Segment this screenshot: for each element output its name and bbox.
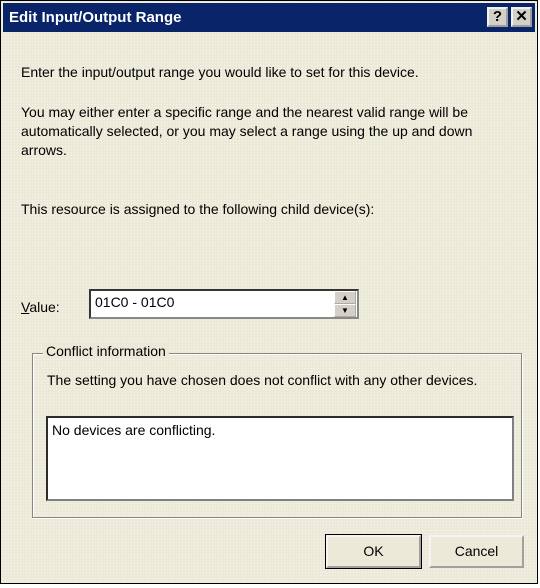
- cancel-button[interactable]: Cancel: [429, 535, 524, 568]
- title-bar[interactable]: Edit Input/Output Range ? ✕: [3, 3, 535, 32]
- value-label: Value:: [21, 299, 60, 315]
- window-title: Edit Input/Output Range: [9, 9, 182, 26]
- arrow-up-icon: ▲: [341, 293, 349, 302]
- conflict-group-label: Conflict information: [43, 343, 169, 359]
- conflict-list-item: No devices are conflicting.: [52, 422, 216, 438]
- conflict-description: The setting you have chosen does not con…: [47, 372, 478, 388]
- value-label-text: alue:: [29, 299, 60, 315]
- value-field[interactable]: 01C0 - 01C0: [89, 289, 359, 319]
- help-button[interactable]: ?: [487, 7, 508, 27]
- ok-button[interactable]: OK: [325, 534, 422, 569]
- spin-down-button[interactable]: ▼: [334, 304, 356, 317]
- child-devices-label: This resource is assigned to the followi…: [21, 201, 375, 217]
- conflicting-devices-list[interactable]: No devices are conflicting.: [46, 416, 514, 501]
- close-button[interactable]: ✕: [511, 7, 532, 27]
- close-icon: ✕: [515, 8, 528, 25]
- intro-instruction: Enter the input/output range you would l…: [21, 64, 419, 80]
- value-spinner: ▲ ▼: [334, 291, 356, 317]
- spin-up-button[interactable]: ▲: [334, 291, 356, 304]
- edit-io-range-dialog: Edit Input/Output Range ? ✕ Enter the in…: [0, 0, 538, 584]
- help-icon: ?: [492, 8, 503, 25]
- intro-explanation: You may either enter a specific range an…: [21, 104, 473, 158]
- arrow-down-icon: ▼: [341, 306, 349, 315]
